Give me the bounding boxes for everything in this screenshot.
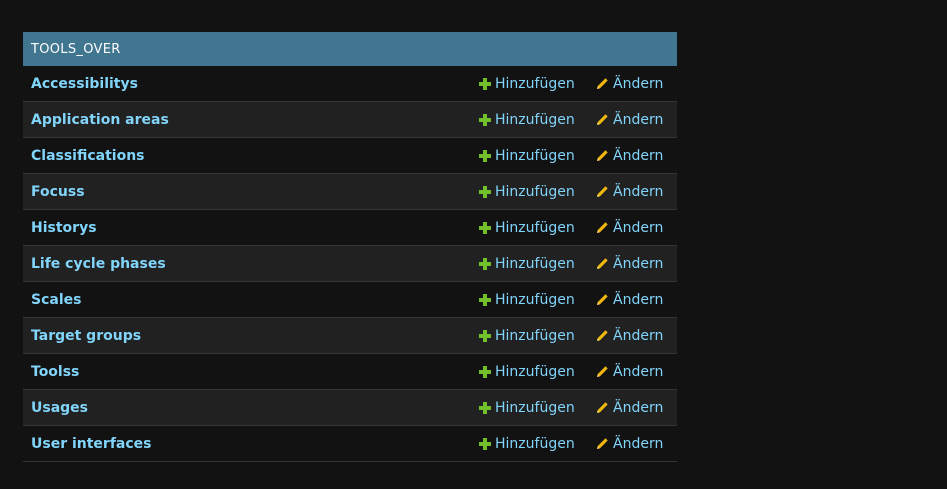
add-link[interactable]: Hinzufügen — [479, 76, 575, 92]
model-row: Classifications Hinzufügen Ändern — [23, 138, 677, 174]
add-link[interactable]: Hinzufügen — [479, 220, 575, 236]
change-link[interactable]: Ändern — [596, 220, 663, 236]
add-link[interactable]: Hinzufügen — [479, 328, 575, 344]
model-link[interactable]: Target groups — [31, 328, 141, 344]
add-link-label: Hinzufügen — [495, 399, 575, 416]
model-link[interactable]: Usages — [31, 400, 88, 416]
plus-icon — [479, 257, 491, 270]
add-link-label: Hinzufügen — [495, 255, 575, 272]
plus-icon — [479, 365, 491, 378]
model-link[interactable]: Focuss — [31, 184, 85, 200]
model-link[interactable]: Scales — [31, 292, 81, 308]
change-link[interactable]: Ändern — [596, 436, 663, 452]
pencil-icon — [597, 186, 608, 197]
add-link[interactable]: Hinzufügen — [479, 148, 575, 164]
module-caption-label[interactable]: TOOLS_OVER — [31, 42, 121, 57]
change-link-label: Ändern — [613, 183, 664, 200]
add-link[interactable]: Hinzufügen — [479, 364, 575, 380]
pencil-icon — [597, 330, 608, 341]
pencil-icon — [597, 150, 608, 161]
pencil-icon — [597, 438, 608, 449]
change-link-label: Ändern — [613, 219, 664, 236]
change-link-label: Ändern — [613, 363, 664, 380]
model-link[interactable]: Toolss — [31, 364, 79, 380]
module-caption[interactable]: TOOLS_OVER — [23, 32, 677, 66]
plus-icon — [479, 293, 491, 306]
change-link[interactable]: Ändern — [596, 400, 663, 416]
model-link[interactable]: User interfaces — [31, 436, 152, 452]
change-link-label: Ändern — [613, 435, 664, 452]
plus-icon — [479, 437, 491, 450]
change-link[interactable]: Ändern — [596, 364, 663, 380]
add-link-label: Hinzufügen — [495, 363, 575, 380]
add-link-label: Hinzufügen — [495, 219, 575, 236]
add-link-label: Hinzufügen — [495, 435, 575, 452]
model-row: Accessibilitys Hinzufügen Ändern — [23, 66, 677, 102]
change-link-label: Ändern — [613, 291, 664, 308]
plus-icon — [479, 149, 491, 162]
change-link-label: Ändern — [613, 255, 664, 272]
change-link[interactable]: Ändern — [596, 112, 663, 128]
app-module-tools-over: TOOLS_OVER Accessibilitys Hinzufügen Änder… — [23, 32, 677, 462]
model-row: Scales Hinzufügen Ändern — [23, 282, 677, 318]
pencil-icon — [597, 402, 608, 413]
add-link[interactable]: Hinzufügen — [479, 400, 575, 416]
change-link[interactable]: Ändern — [596, 328, 663, 344]
change-link-label: Ändern — [613, 75, 664, 92]
change-link[interactable]: Ändern — [596, 148, 663, 164]
plus-icon — [479, 401, 491, 414]
change-link-label: Ändern — [613, 327, 664, 344]
model-row: Historys Hinzufügen Ändern — [23, 210, 677, 246]
add-link-label: Hinzufügen — [495, 183, 575, 200]
model-link[interactable]: Application areas — [31, 112, 169, 128]
plus-icon — [479, 113, 491, 126]
add-link[interactable]: Hinzufügen — [479, 184, 575, 200]
add-link-label: Hinzufügen — [495, 291, 575, 308]
change-link-label: Ändern — [613, 147, 664, 164]
add-link-label: Hinzufügen — [495, 327, 575, 344]
plus-icon — [479, 185, 491, 198]
model-row: Usages Hinzufügen Ändern — [23, 390, 677, 426]
change-link[interactable]: Ändern — [596, 292, 663, 308]
change-link[interactable]: Ändern — [596, 76, 663, 92]
pencil-icon — [597, 294, 608, 305]
plus-icon — [479, 329, 491, 342]
change-link[interactable]: Ändern — [596, 256, 663, 272]
pencil-icon — [597, 258, 608, 269]
pencil-icon — [597, 366, 608, 377]
change-link-label: Ändern — [613, 111, 664, 128]
plus-icon — [479, 221, 491, 234]
add-link[interactable]: Hinzufügen — [479, 112, 575, 128]
change-link-label: Ändern — [613, 399, 664, 416]
add-link[interactable]: Hinzufügen — [479, 436, 575, 452]
model-row: Toolss Hinzufügen Ändern — [23, 354, 677, 390]
model-row: Application areas Hinzufügen Ändern — [23, 102, 677, 138]
model-row: Target groups Hinzufügen Ändern — [23, 318, 677, 354]
add-link-label: Hinzufügen — [495, 111, 575, 128]
add-link[interactable]: Hinzufügen — [479, 292, 575, 308]
model-link[interactable]: Accessibilitys — [31, 76, 138, 92]
model-row: Life cycle phases Hinzufügen Ändern — [23, 246, 677, 282]
model-link[interactable]: Life cycle phases — [31, 256, 166, 272]
model-row: User interfaces Hinzufügen Ändern — [23, 426, 677, 462]
pencil-icon — [597, 78, 608, 89]
model-list: Accessibilitys Hinzufügen Ändern Applicatio… — [23, 66, 677, 462]
pencil-icon — [597, 114, 608, 125]
pencil-icon — [597, 222, 608, 233]
model-link[interactable]: Classifications — [31, 148, 145, 164]
add-link[interactable]: Hinzufügen — [479, 256, 575, 272]
model-row: Focuss Hinzufügen Ändern — [23, 174, 677, 210]
change-link[interactable]: Ändern — [596, 184, 663, 200]
model-link[interactable]: Historys — [31, 220, 97, 236]
add-link-label: Hinzufügen — [495, 75, 575, 92]
add-link-label: Hinzufügen — [495, 147, 575, 164]
plus-icon — [479, 77, 491, 90]
